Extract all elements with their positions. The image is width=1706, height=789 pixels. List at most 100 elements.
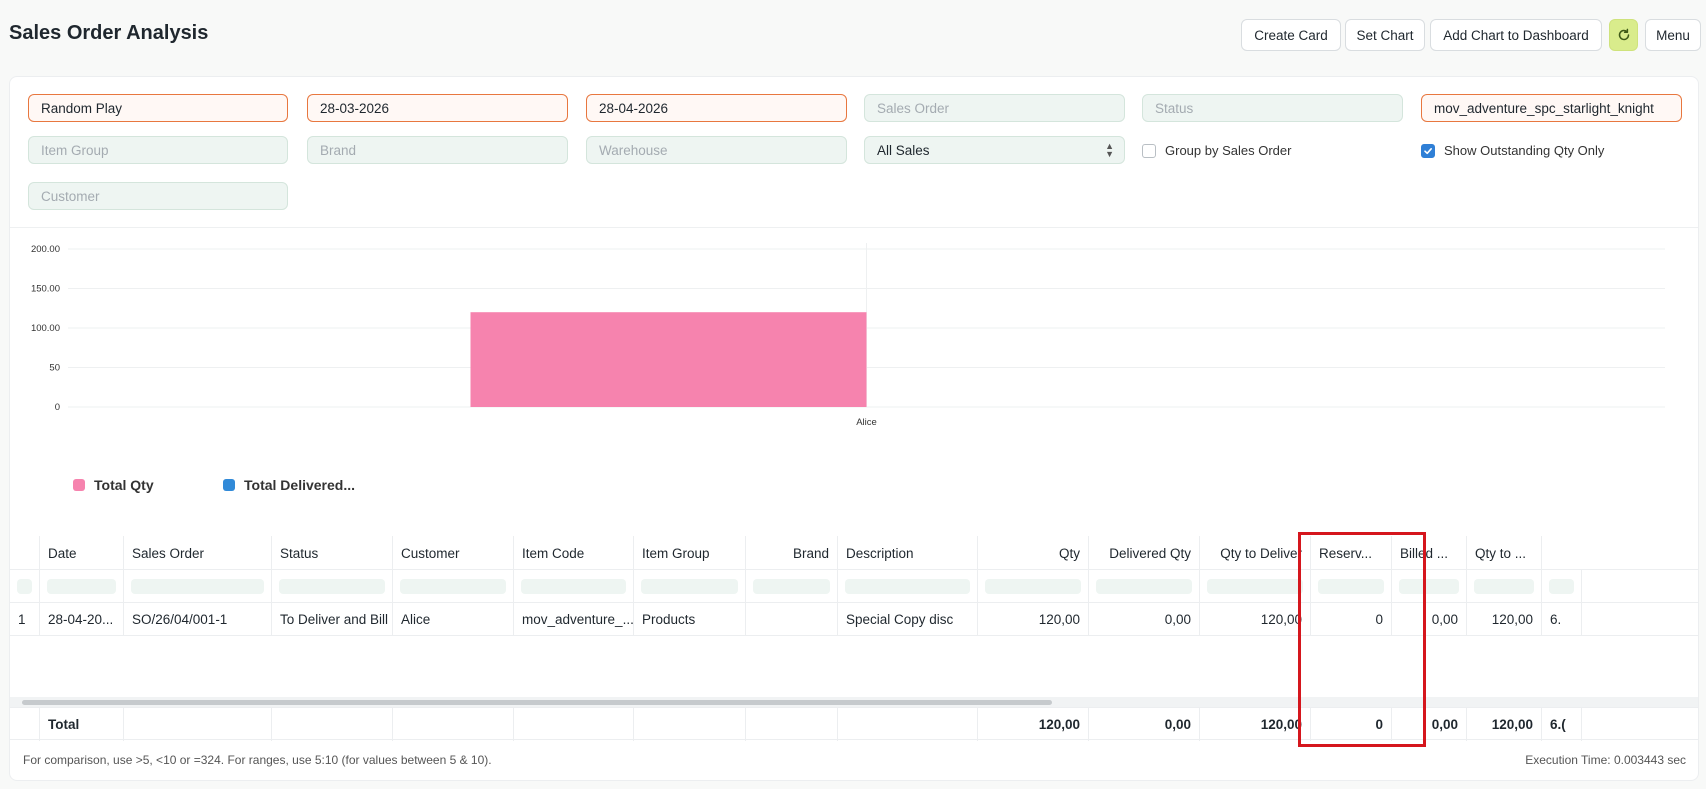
column-header[interactable]: Item Code xyxy=(514,536,634,570)
total-cell xyxy=(393,708,514,741)
table-cell: 6. xyxy=(1542,603,1582,636)
legend-label: Total Delivered... xyxy=(244,477,355,493)
column-filter-input[interactable] xyxy=(1200,570,1311,603)
total-cell: 120,00 xyxy=(978,708,1089,741)
column-filter-input[interactable] xyxy=(746,570,838,603)
column-header[interactable]: Customer xyxy=(393,536,514,570)
report-card: Random Play 28-03-2026 28-04-2026 Sales … xyxy=(9,76,1699,781)
total-cell xyxy=(124,708,272,741)
execution-time: Execution Time: 0.003443 sec xyxy=(1525,753,1686,767)
column-header[interactable]: Qty xyxy=(978,536,1089,570)
table-total-row: Total 120,00 0,00 120,00 0 0,00 120,00 6.( xyxy=(10,707,1698,741)
refresh-icon xyxy=(1618,28,1629,41)
table-row[interactable]: 1 28-04-20... SO/26/04/001-1 To Deliver and… xyxy=(10,603,1698,636)
y-tick-label: 100.00 xyxy=(31,323,60,334)
table-header-row: Date Sales Order Status Customer Item Code It… xyxy=(10,536,1698,570)
scrollbar-thumb[interactable] xyxy=(22,700,1052,705)
table-cell: 120,00 xyxy=(1200,603,1311,636)
row-index: 1 xyxy=(10,603,40,636)
total-cell: 6.( xyxy=(1542,708,1582,741)
y-tick-label: 150.00 xyxy=(31,284,60,295)
column-filter-input[interactable] xyxy=(514,570,634,603)
column-filter-input[interactable] xyxy=(838,570,978,603)
set-chart-button[interactable]: Set Chart xyxy=(1345,19,1425,51)
column-header[interactable]: Item Group xyxy=(634,536,746,570)
column-filter-input[interactable] xyxy=(40,570,124,603)
table-cell: 120,00 xyxy=(1467,603,1542,636)
total-row: Total 120,00 0,00 120,00 0 0,00 120,00 6.( xyxy=(10,707,1698,741)
total-label: Total xyxy=(40,708,124,741)
chart-svg: 0 50 100.00 150.00 200.00 Alice xyxy=(31,243,1665,428)
column-filter-input[interactable] xyxy=(1542,570,1582,603)
column-filter-input[interactable] xyxy=(978,570,1089,603)
column-header[interactable]: Delivered Qty xyxy=(1089,536,1200,570)
show-outstanding-label: Show Outstanding Qty Only xyxy=(1444,143,1605,158)
total-cell xyxy=(634,708,746,741)
column-filter-input[interactable] xyxy=(10,570,40,603)
table-cell: To Deliver and Bill xyxy=(272,603,393,636)
y-tick-label: 50 xyxy=(49,363,60,374)
bar-total-qty[interactable] xyxy=(470,312,867,407)
sales-type-value: All Sales xyxy=(877,142,930,158)
brand-filter[interactable]: Brand xyxy=(307,136,568,164)
row-index xyxy=(10,708,40,741)
from-date-filter[interactable]: 28-03-2026 xyxy=(307,94,568,122)
column-header[interactable]: Qty to ... xyxy=(1467,536,1542,570)
column-header[interactable]: Qty to Deliver xyxy=(1200,536,1311,570)
warehouse-filter[interactable]: Warehouse xyxy=(586,136,847,164)
qty-to-deliver-highlight xyxy=(1298,532,1426,747)
total-cell xyxy=(514,708,634,741)
customer-filter[interactable]: Customer xyxy=(28,182,288,210)
column-filter-input[interactable] xyxy=(634,570,746,603)
sales-type-select[interactable]: All Sales ▲ ▼ xyxy=(864,136,1125,164)
checkbox-checked-icon xyxy=(1421,143,1435,158)
table-cell: Special Copy disc xyxy=(838,603,978,636)
column-filter-input[interactable] xyxy=(1467,570,1542,603)
bar-chart: 0 50 100.00 150.00 200.00 Alice xyxy=(10,237,1698,497)
group-by-sales-order-checkbox[interactable]: Group by Sales Order xyxy=(1142,143,1291,158)
status-filter[interactable]: Status xyxy=(1142,94,1403,122)
table-filter-row xyxy=(10,570,1698,603)
legend-label: Total Qty xyxy=(94,477,154,493)
column-filter-input[interactable] xyxy=(272,570,393,603)
checkbox-unchecked-icon xyxy=(1142,143,1156,158)
add-chart-to-dashboard-button[interactable]: Add Chart to Dashboard xyxy=(1430,19,1602,51)
create-card-button[interactable]: Create Card xyxy=(1241,19,1341,51)
legend-item-total-qty: Total Qty xyxy=(73,477,154,493)
to-date-filter[interactable]: 28-04-2026 xyxy=(586,94,847,122)
y-tick-label: 0 xyxy=(55,402,60,413)
column-header[interactable]: Status xyxy=(272,536,393,570)
table-cell: mov_adventure_... xyxy=(514,603,634,636)
page-title: Sales Order Analysis xyxy=(9,22,209,44)
column-header[interactable]: Brand xyxy=(746,536,838,570)
column-filter-input[interactable] xyxy=(1089,570,1200,603)
column-header[interactable]: Description xyxy=(838,536,978,570)
legend-swatch xyxy=(223,479,235,491)
column-header[interactable]: Date xyxy=(40,536,124,570)
table-cell: 120,00 xyxy=(978,603,1089,636)
column-filter-input[interactable] xyxy=(393,570,514,603)
column-filter-input[interactable] xyxy=(124,570,272,603)
filter-divider xyxy=(10,227,1698,228)
x-tick-label: Alice xyxy=(856,417,877,428)
legend-item-total-delivered: Total Delivered... xyxy=(223,477,355,493)
item-group-filter[interactable]: Item Group xyxy=(28,136,288,164)
refresh-button[interactable] xyxy=(1609,19,1638,51)
total-cell xyxy=(838,708,978,741)
column-header[interactable]: Sales Order xyxy=(124,536,272,570)
y-tick-label: 200.00 xyxy=(31,244,60,255)
show-outstanding-checkbox[interactable]: Show Outstanding Qty Only xyxy=(1421,143,1604,158)
select-arrows-icon: ▲ ▼ xyxy=(1105,141,1114,159)
table-cell: Products xyxy=(634,603,746,636)
row-index-header xyxy=(10,536,40,570)
total-cell: 120,00 xyxy=(1200,708,1311,741)
table-cell: 28-04-20... xyxy=(40,603,124,636)
filter-help-text: For comparison, use >5, <10 or =324. For… xyxy=(23,753,492,767)
table-cell xyxy=(746,603,838,636)
company-filter[interactable]: Random Play xyxy=(28,94,288,122)
sales-order-filter[interactable]: Sales Order xyxy=(864,94,1125,122)
menu-button[interactable]: Menu xyxy=(1645,19,1701,51)
table-cell: 0,00 xyxy=(1089,603,1200,636)
item-code-filter[interactable]: mov_adventure_spc_starlight_knight xyxy=(1421,94,1682,122)
total-cell: 0,00 xyxy=(1089,708,1200,741)
